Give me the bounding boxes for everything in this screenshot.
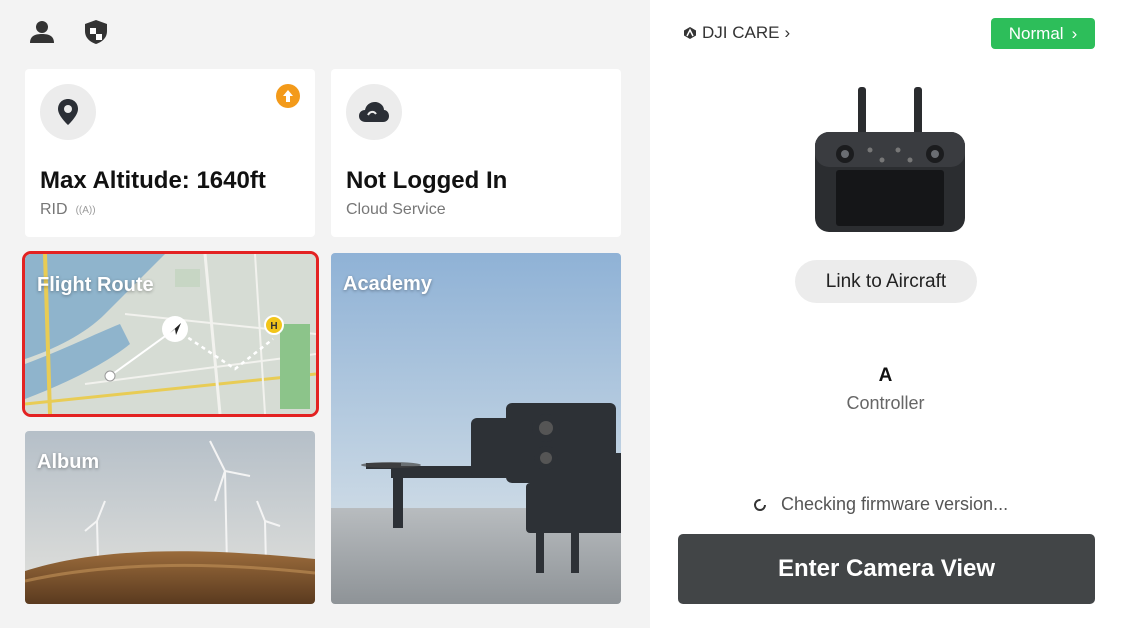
album-tile[interactable]: Album	[25, 431, 315, 604]
location-pin-icon	[40, 84, 96, 140]
cloud-service-label: Cloud Service	[346, 201, 446, 218]
academy-label: Academy	[343, 273, 432, 295]
dji-care-label: DJI CARE	[702, 23, 780, 42]
loading-spinner-icon	[754, 498, 766, 511]
academy-tile[interactable]: Academy	[331, 253, 621, 604]
user-icon[interactable]	[28, 18, 56, 46]
cloud-icon	[346, 84, 402, 140]
device-name: A	[878, 365, 893, 386]
chevron-right-icon: ›	[1071, 23, 1078, 43]
rid-label-row: RID ((A))	[40, 201, 96, 219]
left-panel: Max Altitude: 1640ft RID ((A)) Not Logge…	[0, 0, 650, 628]
device-type: Controller	[846, 393, 925, 413]
svg-text:H: H	[270, 321, 277, 332]
rid-label: RID	[40, 201, 68, 218]
firmware-status: Checking firmware version...	[753, 494, 1008, 515]
cloud-service-card[interactable]: Not Logged In Cloud Service	[331, 69, 621, 237]
chevron-right-icon: ›	[784, 23, 791, 42]
cloud-status-title: Not Logged In	[346, 167, 508, 194]
academy-drone-image	[331, 253, 621, 604]
enter-camera-view-button[interactable]: Enter Camera View	[678, 534, 1095, 604]
status-normal-button[interactable]: Normal ›	[991, 18, 1095, 49]
flight-route-label: Flight Route	[37, 274, 154, 296]
firmware-status-text: Checking firmware version...	[781, 494, 1009, 514]
album-label: Album	[37, 451, 100, 473]
dji-care-logo-icon	[684, 27, 696, 39]
dji-care-link[interactable]: DJI CARE ›	[683, 23, 790, 43]
rid-signal-icon: ((A))	[75, 204, 96, 216]
remote-controller-image	[810, 82, 970, 237]
right-panel: DJI CARE › Normal › Link to Aircraft A C…	[650, 0, 1121, 628]
update-arrow-icon	[276, 84, 300, 108]
shield-icon[interactable]	[82, 18, 110, 46]
max-altitude-card[interactable]: Max Altitude: 1640ft RID ((A))	[25, 69, 315, 237]
status-normal-label: Normal	[1008, 23, 1064, 43]
link-to-aircraft-button[interactable]: Link to Aircraft	[795, 260, 977, 303]
top-icon-bar	[28, 18, 110, 46]
flight-route-tile[interactable]: H Flight Route	[22, 251, 319, 417]
max-altitude-title: Max Altitude: 1640ft	[40, 167, 266, 194]
